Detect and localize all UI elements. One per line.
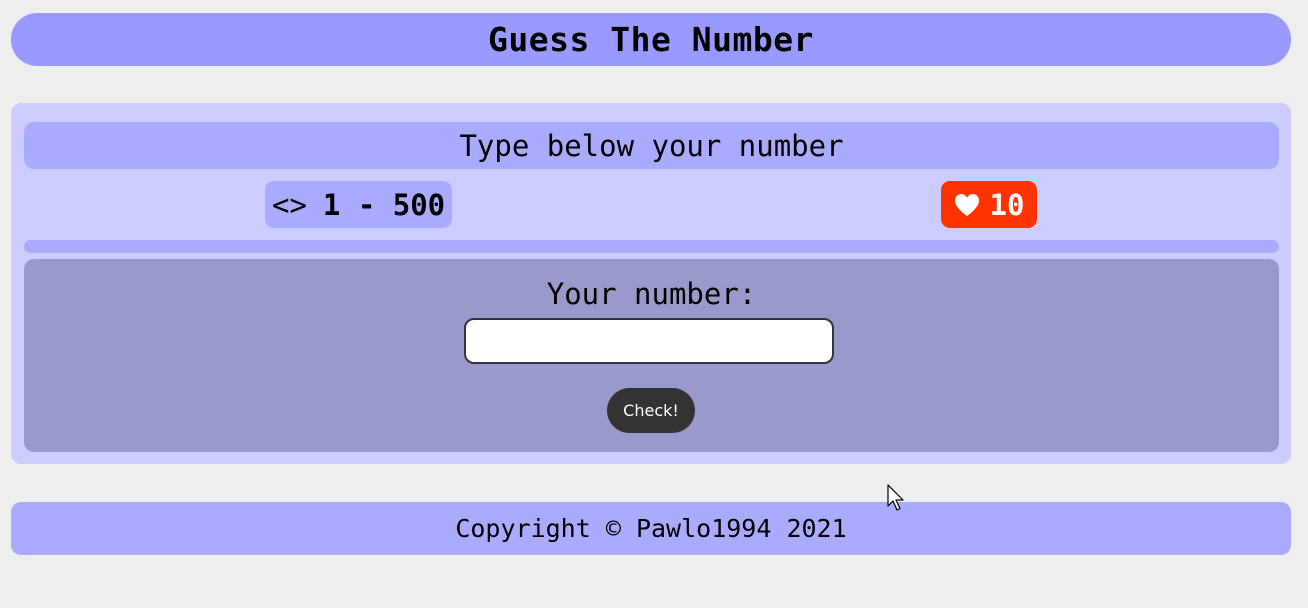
instruction-text: Type below your number — [24, 122, 1279, 169]
heart-icon — [954, 193, 979, 216]
range-text: 1 - 500 — [322, 187, 446, 222]
input-label: Your number: — [546, 277, 757, 311]
footer-copyright: Copyright © Pawlo1994 2021 — [11, 502, 1291, 555]
range-badge: <> 1 - 500 — [265, 181, 453, 228]
page-header: Guess The Number — [11, 13, 1291, 66]
game-panel: Type below your number <> 1 - 500 10 You… — [11, 103, 1291, 464]
number-input[interactable] — [464, 318, 834, 364]
page-title: Guess The Number — [488, 20, 814, 59]
lives-badge: 10 — [941, 181, 1037, 228]
input-panel: Your number: Check! — [24, 259, 1279, 452]
message-bar — [24, 240, 1279, 253]
check-button[interactable]: Check! — [607, 388, 695, 433]
page: Guess The Number Type below your number … — [0, 0, 1308, 608]
range-icon: <> — [272, 187, 307, 222]
lives-count: 10 — [989, 187, 1025, 222]
